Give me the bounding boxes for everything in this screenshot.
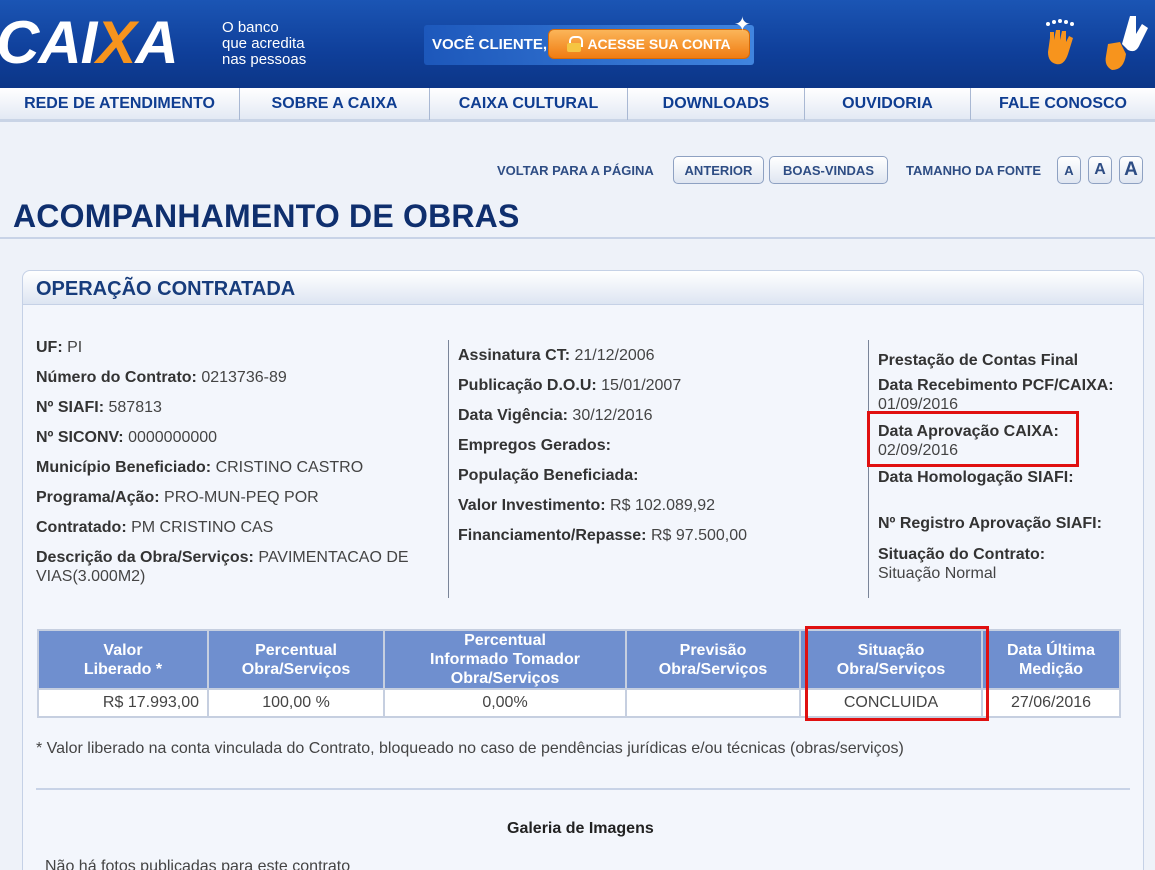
section-divider	[36, 788, 1130, 790]
cell-forecast	[627, 690, 799, 716]
client-label: VOCÊ CLIENTE,	[432, 36, 548, 53]
font-small-button[interactable]: A	[1057, 156, 1081, 184]
caixa-logo[interactable]: CAIXA	[0, 8, 179, 78]
field-uf: UF: PI	[36, 339, 83, 356]
field-population: População Beneficiada:	[458, 467, 639, 484]
field-siconv: Nº SICONV: 0000000000	[36, 429, 218, 446]
field-homologation-label: Data Homologação SIAFI:	[878, 469, 1074, 486]
field-municipality: Município Beneficiado: CRISTINO CASTRO	[36, 459, 364, 476]
approval-date-highlight	[867, 411, 1079, 467]
final-accounts-heading: Prestação de Contas Final	[878, 352, 1079, 369]
accessibility-hand-icon[interactable]	[1040, 18, 1080, 70]
field-signature-date: Assinatura CT: 21/12/2006	[458, 347, 655, 364]
header-percent-work: Percentual Obra/Serviços	[209, 631, 383, 688]
font-size-label: TAMANHO DA FONTE	[906, 163, 1042, 178]
utility-bar: VOLTAR PARA A PÁGINA ANTERIOR BOAS-VINDA…	[0, 156, 1155, 186]
field-investment: Valor Investimento: R$ 102.089,92	[458, 497, 716, 514]
field-status-label: Situação do Contrato:	[878, 546, 1046, 563]
panel-header: OPERAÇÃO CONTRATADA	[23, 271, 1143, 305]
status-column-highlight	[805, 626, 989, 721]
back-to-page-label: VOLTAR PARA A PÁGINA	[497, 163, 654, 178]
footnote: * Valor liberado na conta vinculada do C…	[36, 740, 904, 757]
gallery-title: Galeria de Imagens	[507, 820, 654, 837]
field-program: Programa/Ação: PRO-MUN-PEQ POR	[36, 489, 319, 506]
nav-fale-conosco[interactable]: FALE CONOSCO	[971, 88, 1155, 120]
slogan-line-1: O banco	[222, 19, 279, 36]
field-status-value: Situação Normal	[878, 565, 997, 582]
sign-language-icon[interactable]	[1100, 14, 1155, 74]
field-registry-label: Nº Registro Aprovação SIAFI:	[878, 515, 1102, 532]
column-divider-1	[448, 340, 449, 598]
font-medium-button[interactable]: A	[1088, 156, 1112, 184]
panel-title: OPERAÇÃO CONTRATADA	[36, 278, 296, 300]
field-siafi: Nº SIAFI: 587813	[36, 399, 162, 416]
logo-text-x: X	[96, 9, 136, 76]
nav-sobre-caixa[interactable]: SOBRE A CAIXA	[240, 88, 430, 120]
slogan-line-3: nas pessoas	[222, 51, 307, 68]
cell-percent-informed: 0,00%	[385, 690, 625, 716]
client-access-banner: VOCÊ CLIENTE, ACESSE SUA CONTA	[424, 25, 754, 65]
nav-ouvidoria[interactable]: OUVIDORIA	[805, 88, 971, 120]
nav-downloads[interactable]: DOWNLOADS	[628, 88, 805, 120]
column-divider-2	[868, 340, 869, 598]
slogan-line-2: que acredita	[222, 35, 305, 52]
nav-rede-atendimento[interactable]: REDE DE ATENDIMENTO	[0, 88, 240, 120]
cell-percent-work: 100,00 %	[209, 690, 383, 716]
font-large-button[interactable]: A	[1119, 156, 1143, 184]
field-financing: Financiamento/Repasse: R$ 97.500,00	[458, 527, 748, 544]
page-title: ACOMPANHAMENTO DE OBRAS	[13, 198, 520, 234]
nav-caixa-cultural[interactable]: CAIXA CULTURAL	[430, 88, 628, 120]
field-description-cont: VIAS(3.000M2)	[36, 568, 146, 585]
no-photos-message: Não há fotos publicadas para este contra…	[45, 858, 351, 870]
field-description: Descrição da Obra/Serviços: PAVIMENTACAO…	[36, 549, 409, 566]
field-contract-number: Número do Contrato: 0213736-89	[36, 369, 287, 386]
access-account-label: ACESSE SUA CONTA	[587, 36, 731, 52]
welcome-page-button[interactable]: BOAS-VINDAS	[769, 156, 888, 184]
header-last-measurement: Data Última Medição	[983, 631, 1119, 688]
header-released-value: Valor Liberado *	[39, 631, 207, 688]
title-divider	[0, 237, 1155, 239]
field-publication-date: Publicação D.O.U: 15/01/2007	[458, 377, 682, 394]
previous-page-button[interactable]: ANTERIOR	[673, 156, 764, 184]
lock-icon	[567, 36, 584, 52]
access-account-button[interactable]: ACESSE SUA CONTA	[548, 29, 750, 59]
field-validity-date: Data Vigência: 30/12/2016	[458, 407, 653, 424]
logo-text-end: A	[135, 9, 178, 76]
field-receipt-label: Data Recebimento PCF/CAIXA:	[878, 377, 1114, 394]
field-contractor: Contratado: PM CRISTINO CAS	[36, 519, 274, 536]
header-percent-informed: Percentual Informado Tomador Obra/Serviços	[385, 631, 625, 688]
slogan: O banco que acredita nas pessoas	[222, 20, 306, 68]
field-jobs-generated: Empregos Gerados:	[458, 437, 611, 454]
site-header: CAIXA O banco que acredita nas pessoas V…	[0, 0, 1155, 88]
logo-text-main: CAI	[0, 9, 97, 76]
header-forecast: Previsão Obra/Serviços	[627, 631, 799, 688]
main-nav: REDE DE ATENDIMENTO SOBRE A CAIXA CAIXA …	[0, 88, 1155, 122]
sparkle-icon: ✦	[734, 14, 751, 36]
cell-last-measurement: 27/06/2016	[983, 690, 1119, 716]
cell-released-value: R$ 17.993,00	[39, 690, 207, 716]
